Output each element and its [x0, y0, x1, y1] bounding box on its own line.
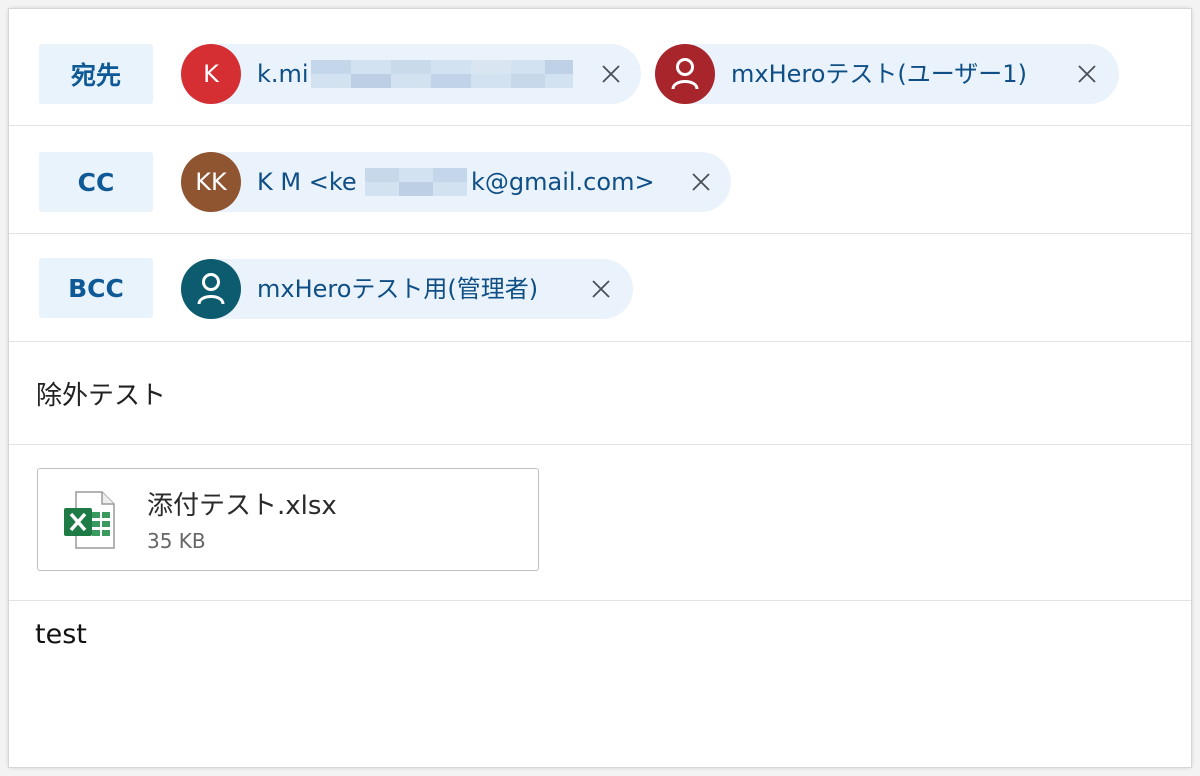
to-field-button[interactable]: 宛先	[39, 44, 153, 104]
cc-row: CC KK K M <ke k@gmail.com>	[9, 126, 1191, 234]
subject-row[interactable]: 除外テスト	[9, 342, 1191, 445]
attachment-card[interactable]: 添付テスト.xlsx 35 KB	[37, 468, 539, 571]
avatar: K	[181, 44, 241, 104]
close-icon[interactable]	[685, 166, 717, 198]
close-icon[interactable]	[585, 273, 617, 305]
attachment-name: 添付テスト.xlsx	[147, 491, 337, 521]
excel-file-icon	[62, 490, 116, 550]
subject-text[interactable]: 除外テスト	[36, 375, 166, 412]
attachment-row: 添付テスト.xlsx 35 KB	[9, 445, 1191, 601]
recipient-chip-to-2[interactable]: mxHeroテスト(ユーザー1)	[655, 44, 1119, 104]
recipient-address-prefix: K M <ke	[257, 168, 357, 196]
recipient-chip-cc-1[interactable]: KK K M <ke k@gmail.com>	[181, 152, 731, 212]
bcc-field-button[interactable]: BCC	[39, 258, 153, 318]
redacted-blur	[311, 60, 573, 88]
recipient-address: mxHeroテスト(ユーザー1)	[731, 60, 1027, 88]
recipient-address: mxHeroテスト用(管理者)	[257, 275, 539, 303]
cc-field-button[interactable]: CC	[39, 152, 153, 212]
bcc-row: BCC mxHeroテスト用(管理者)	[9, 234, 1191, 342]
attachment-size: 35 KB	[147, 529, 206, 553]
compose-window: 宛先 K k.mi mxHeroテスト(ユーザー1) CC KK K M <ke…	[8, 8, 1192, 768]
recipient-address: k.mi	[257, 60, 309, 88]
recipient-address-suffix: k@gmail.com>	[471, 168, 655, 196]
message-body[interactable]: test	[35, 619, 87, 650]
close-icon[interactable]	[595, 58, 627, 90]
close-icon[interactable]	[1071, 58, 1103, 90]
recipient-chip-to-1[interactable]: K k.mi	[181, 44, 641, 104]
avatar: KK	[181, 152, 241, 212]
recipient-chip-bcc-1[interactable]: mxHeroテスト用(管理者)	[181, 259, 633, 319]
redacted-blur	[365, 168, 467, 196]
person-icon	[181, 259, 241, 319]
person-icon	[655, 44, 715, 104]
to-row: 宛先 K k.mi mxHeroテスト(ユーザー1)	[9, 9, 1191, 126]
